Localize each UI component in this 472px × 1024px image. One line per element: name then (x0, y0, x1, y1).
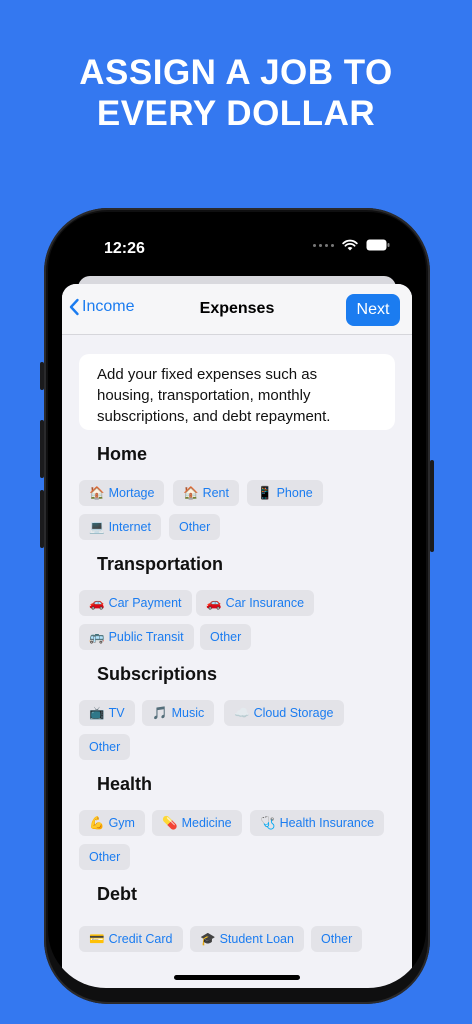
chip-label: Music (171, 706, 205, 720)
section-title-health: Health (97, 774, 153, 794)
chip-gym[interactable]: 💪 Gym (79, 810, 145, 836)
headline: ASSIGN A JOB TO EVERY DOLLAR (0, 52, 472, 134)
credit-card-icon: 💳 (89, 932, 105, 946)
headline-line-1: ASSIGN A JOB TO (79, 53, 393, 92)
chip-internet[interactable]: 💻 Internet (79, 514, 161, 540)
headline-line-2: EVERY DOLLAR (96, 94, 376, 133)
silent-switch (40, 362, 44, 390)
power-button (430, 460, 434, 552)
status-bar: 12:26 (48, 212, 426, 282)
tv-icon: 📺 (89, 706, 105, 720)
car-icon: 🚗 (206, 596, 222, 610)
chip-transportation-other[interactable]: Other (200, 624, 252, 650)
section-title-debt: Debt (97, 884, 137, 904)
chip-label: Public Transit (108, 630, 184, 644)
dynamic-island (192, 234, 296, 266)
chip-car-payment[interactable]: 🚗 Car Payment (79, 590, 192, 616)
chip-label: Gym (108, 816, 135, 830)
next-button[interactable]: Next (346, 294, 400, 326)
chip-cloud-storage[interactable]: ☁️ Cloud Storage (224, 700, 344, 726)
status-icons (313, 239, 390, 251)
chip-home-other[interactable]: Other (169, 514, 221, 540)
chip-health-other[interactable]: Other (79, 844, 131, 870)
chip-label: TV (108, 706, 125, 720)
graduation-cap-icon: 🎓 (200, 932, 216, 946)
cellular-icon (313, 243, 334, 247)
chip-public-transit[interactable]: 🚌 Public Transit (79, 624, 194, 650)
bus-icon: 🚌 (89, 630, 105, 644)
chip-label: Cloud Storage (253, 706, 334, 720)
chip-label: Internet (108, 520, 151, 534)
chip-mortgage[interactable]: 🏠 Mortage (79, 480, 165, 506)
laptop-icon: 💻 (89, 520, 105, 534)
chip-student-loan[interactable]: 🎓 Student Loan (190, 926, 304, 952)
chip-phone[interactable]: 📱 Phone (247, 480, 323, 506)
status-time: 12:26 (104, 240, 145, 257)
chip-music[interactable]: 🎵 Music (142, 700, 215, 726)
car-icon: 🚗 (89, 596, 105, 610)
section-title-transportation: Transportation (97, 554, 224, 574)
chip-subscriptions-other[interactable]: Other (79, 734, 131, 760)
volume-up-button (40, 420, 44, 478)
chip-tv[interactable]: 📺 TV (79, 700, 135, 726)
chip-label: Health Insurance (279, 816, 375, 830)
phone-icon: 📱 (257, 486, 273, 500)
cloud-icon: ☁️ (234, 706, 250, 720)
chip-debt-other[interactable]: Other (311, 926, 363, 952)
house-icon: 🏠 (89, 486, 105, 500)
chip-rent[interactable]: 🏠 Rent (173, 480, 239, 506)
wifi-icon (342, 239, 358, 251)
music-note-icon: 🎵 (152, 706, 168, 720)
navigation-bar: Income Expenses Next (62, 284, 412, 335)
chip-medicine[interactable]: 💊 Medicine (152, 810, 242, 836)
intro-card: Add your fixed expenses such as housing,… (79, 354, 395, 430)
chip-label: Rent (202, 486, 229, 500)
chip-label: Student Loan (219, 932, 294, 946)
chip-label: Car Insurance (225, 596, 305, 610)
chip-label: Mortage (108, 486, 155, 500)
stethoscope-icon: 🩺 (260, 816, 276, 830)
chip-label: Phone (276, 486, 313, 500)
volume-down-button (40, 490, 44, 548)
chip-label: Medicine (181, 816, 232, 830)
chip-credit-card[interactable]: 💳 Credit Card (79, 926, 183, 952)
expenses-sheet: Income Expenses Next Add your fixed expe… (62, 284, 412, 988)
battery-icon (366, 239, 390, 251)
flexed-biceps-icon: 💪 (89, 816, 105, 830)
chip-label: Car Payment (108, 596, 182, 610)
house-icon: 🏠 (183, 486, 199, 500)
section-title-subscriptions: Subscriptions (97, 664, 218, 684)
chip-car-insurance[interactable]: 🚗 Car Insurance (196, 590, 315, 616)
pill-icon: 💊 (162, 816, 178, 830)
chip-health-insurance[interactable]: 🩺 Health Insurance (250, 810, 385, 836)
chip-label: Credit Card (108, 932, 173, 946)
phone-screen: 12:26 Income Expenses Next Add your fixe… (48, 212, 426, 988)
home-indicator (174, 975, 300, 980)
section-title-home: Home (97, 444, 148, 464)
